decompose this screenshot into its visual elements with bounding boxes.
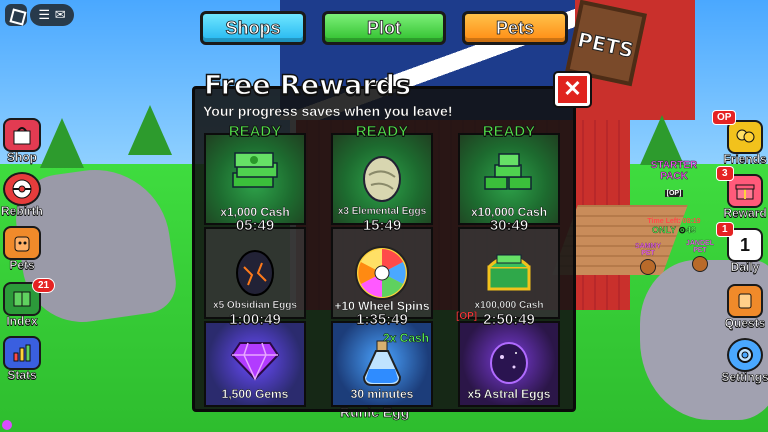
reward-timer: 05:49 [235, 217, 275, 235]
chat-icon: ✉ [54, 7, 66, 22]
reward-cell[interactable]: 15:49 +10 Wheel Spins [331, 217, 433, 319]
reward-label: x5 Astral Eggs [467, 387, 551, 401]
sidebar-label: Reward [723, 206, 767, 221]
gem-icon [230, 339, 280, 386]
tree [40, 118, 84, 168]
sidebar-label: Friends [723, 152, 767, 167]
sidebar-label: Index [6, 314, 38, 329]
notification-badge: 1 [716, 222, 734, 237]
reward-label: 1,500 Gems [221, 387, 289, 401]
notification-badge: 21 [32, 278, 56, 293]
reward-status: READY [355, 123, 409, 141]
cash-chest-icon [481, 245, 537, 298]
notification-badge: 3 [716, 166, 734, 181]
reward-cell[interactable]: READY x3 Elemental Eggs [331, 123, 433, 225]
pets-button[interactable]: Pets [462, 11, 568, 45]
shops-button[interactable]: Shops [200, 11, 306, 45]
plot-button[interactable]: Plot [322, 11, 446, 45]
elemental-egg-icon [359, 151, 405, 208]
scroll-icon [727, 284, 763, 318]
reward-cell[interactable]: READY x10,000 Cash [458, 123, 560, 225]
sidebar-label: Settings [721, 370, 768, 385]
calendar-day: 1 [739, 234, 750, 255]
sidebar-label: Stats [7, 368, 37, 383]
world-pet: JANDEL PET [680, 240, 720, 274]
chart-icon [3, 336, 41, 370]
gear-icon [727, 338, 763, 372]
reward-cell[interactable]: 30:49 x100,000 Cash [458, 217, 560, 319]
reward-timer: 1:00:49 [229, 311, 282, 329]
reward-cell[interactable]: 1:35:49 2x Cash 30 minutes [331, 311, 433, 407]
reward-status: READY [228, 123, 282, 141]
sidebar-label: Quests [724, 316, 766, 331]
sidebar-label: Shop [7, 150, 38, 165]
starter-pack-timer: Time Left: 08:19 [647, 218, 701, 225]
sidebar-friends-button[interactable]: Friends [722, 120, 768, 172]
panel-subtitle: Your progress saves when you leave! [203, 103, 453, 119]
reward-timer: 1:35:49 [356, 311, 409, 329]
pet-name: JANDEL PET [685, 240, 714, 254]
reward-cell[interactable]: READY x1,000 Cash [204, 123, 306, 225]
potion-icon [360, 339, 404, 392]
reward-cell[interactable]: 1:00:49 1,500 Gems [204, 311, 306, 407]
reward-timer: 15:49 [362, 217, 402, 235]
reward-cell[interactable]: [OP] 2:50:49 x5 Astral Eggs [456, 311, 560, 407]
world-pet: SAMMY PET [628, 243, 668, 277]
sidebar-pets-button[interactable]: Pets [0, 226, 44, 278]
close-button[interactable]: ✕ [555, 73, 590, 106]
pet-icon [3, 226, 41, 260]
obsidian-egg-icon [232, 245, 278, 302]
sidebar-rebirth-button[interactable]: Rebirth [0, 172, 44, 224]
pet-name: SAMMY PET [634, 243, 662, 257]
tree [640, 115, 684, 165]
hamburger-icon: ☰ [38, 7, 51, 22]
reward-timer: 2:50:49 [483, 311, 536, 329]
currency-counter [2, 420, 62, 432]
sidebar-settings-button[interactable]: Settings [721, 338, 768, 390]
chat-menu-button[interactable]: ☰ ✉ [30, 4, 74, 26]
sidebar-reward-button[interactable]: Reward [722, 174, 768, 226]
sidebar-shop-button[interactable]: Shop [0, 118, 44, 170]
pet-model [640, 259, 656, 275]
sidebar-stats-button[interactable]: Stats [0, 336, 44, 388]
cash-pile-icon [481, 151, 537, 200]
reward-cell[interactable]: 05:49 x5 Obsidian Eggs [204, 217, 306, 319]
tree [128, 105, 172, 155]
cash-stack-icon [227, 151, 283, 200]
pet-model [692, 256, 708, 272]
starter-pack-billboard[interactable]: STARTER PACK [OP] Time Left: 08:19 ONLY … [636, 160, 712, 236]
shopping-bag-icon [3, 118, 41, 152]
friends-icon [727, 120, 763, 154]
reward-status: READY [482, 123, 536, 141]
roblox-menu-icon[interactable] [5, 4, 27, 26]
reward-label: 30 minutes [350, 387, 414, 401]
starter-pack-items [636, 200, 712, 218]
sidebar-quests-button[interactable]: Quests [722, 284, 768, 336]
sidebar-label: Pets [9, 258, 35, 273]
starter-pack-title: STARTER PACK [650, 160, 698, 182]
rebirth-icon [3, 172, 41, 206]
spin-wheel-icon [354, 245, 410, 306]
op-badge: OP [712, 110, 737, 125]
sidebar-label: Daily [730, 260, 760, 275]
astral-egg-icon [486, 339, 532, 390]
starter-pack-price: ONLY ⊙49 [651, 225, 697, 235]
panel-title: Free Rewards [203, 69, 412, 101]
starter-pack-tag: [OP] [664, 190, 684, 197]
sidebar-label: Rebirth [1, 204, 44, 219]
reward-timer: 30:49 [489, 217, 529, 235]
